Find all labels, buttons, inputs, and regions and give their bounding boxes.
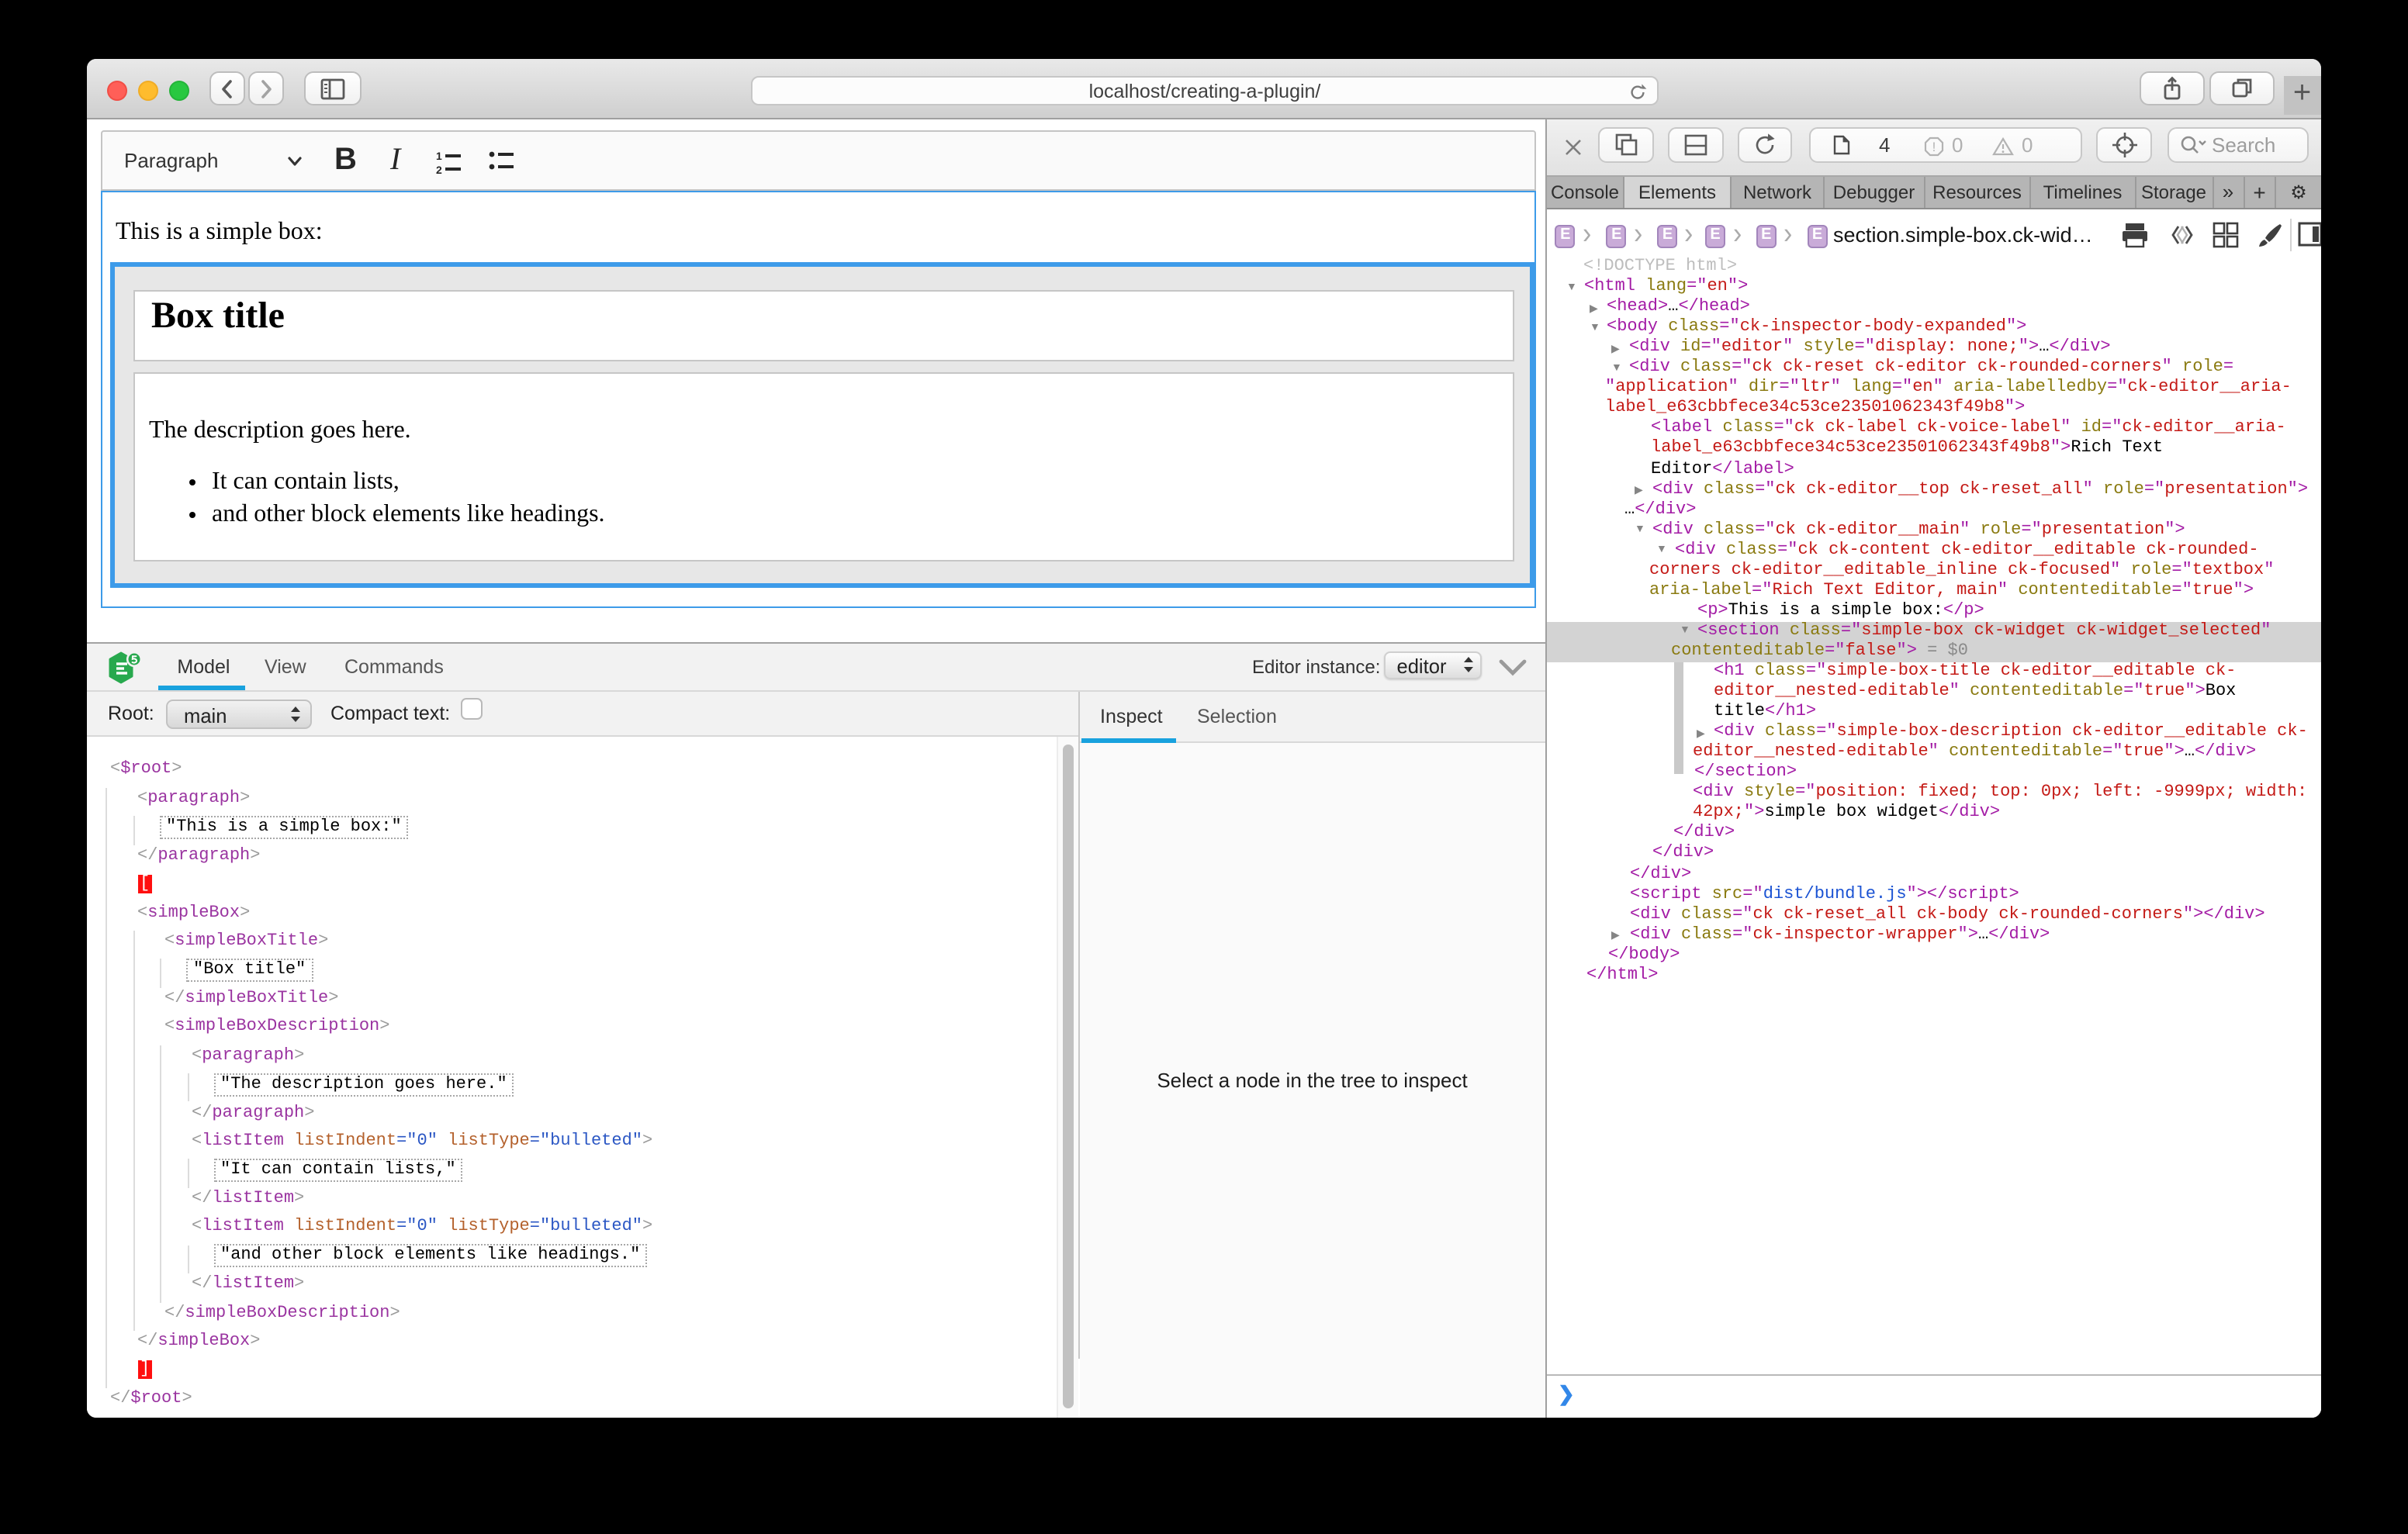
svg-text:1: 1 [435,149,441,161]
svg-text:2: 2 [435,163,441,174]
svg-text:!: ! [1932,140,1936,154]
